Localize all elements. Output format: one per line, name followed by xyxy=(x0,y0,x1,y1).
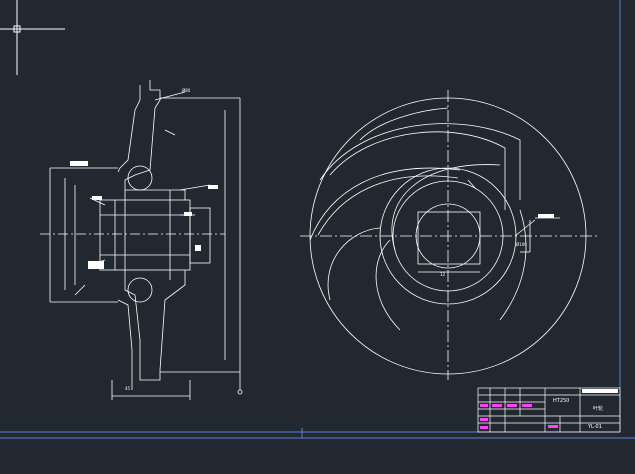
width-dim-text: 45 xyxy=(125,386,131,391)
crosshair-cursor-icon xyxy=(0,0,65,75)
keyway-dim-text: 12 xyxy=(440,272,446,277)
front-view[interactable] xyxy=(300,90,600,380)
tb-material: HT250 xyxy=(553,398,569,404)
hub-dim-text: Ø80 xyxy=(182,88,191,93)
tb-company-box xyxy=(582,389,618,393)
keyway-label-box xyxy=(538,214,554,218)
tb-magenta-marks xyxy=(480,404,558,429)
eye-dim-text: Ø100 xyxy=(516,242,527,247)
cad-viewport[interactable]: 45 Ø80 12 Ø100 HT250 叶轮 YL-01 xyxy=(0,0,635,474)
drawing-frame xyxy=(0,0,635,439)
section-view[interactable] xyxy=(40,80,243,400)
tb-drawing-number: YL-01 xyxy=(587,424,602,430)
cad-drawing-canvas[interactable]: 45 Ø80 12 Ø100 HT250 叶轮 YL-01 xyxy=(0,0,635,474)
tb-part-name: 叶轮 xyxy=(593,405,603,412)
